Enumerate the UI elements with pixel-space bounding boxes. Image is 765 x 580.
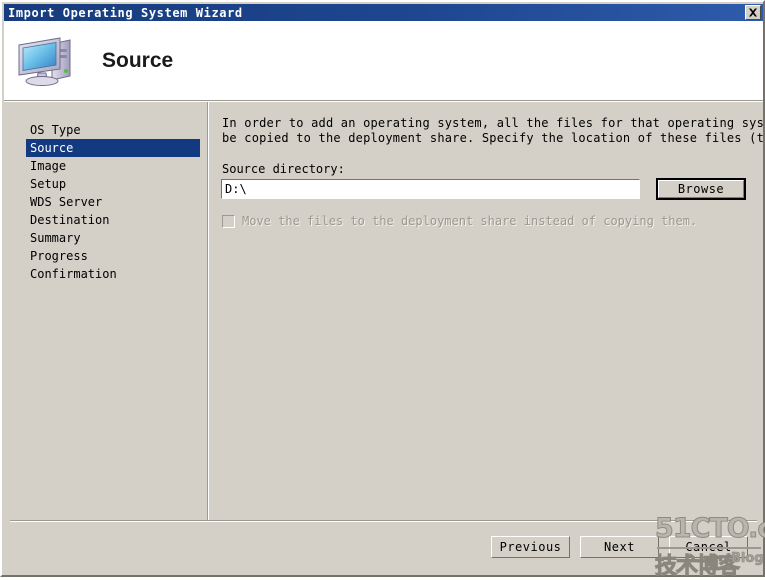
browse-button[interactable]: Browse bbox=[656, 178, 746, 200]
wizard-window: Import Operating System Wizard Source OS… bbox=[0, 0, 765, 577]
move-files-row: Move the files to the deployment share i… bbox=[222, 214, 697, 228]
computer-icon bbox=[18, 36, 71, 86]
instruction-line-1: In order to add an operating system, all… bbox=[222, 116, 763, 130]
sidebar-item-wds-server[interactable]: WDS Server bbox=[26, 193, 200, 211]
sidebar-item-image[interactable]: Image bbox=[26, 157, 200, 175]
wizard-body: OS Type Source Image Setup WDS Server De… bbox=[4, 102, 763, 575]
sidebar-item-setup[interactable]: Setup bbox=[26, 175, 200, 193]
close-button[interactable] bbox=[745, 5, 761, 20]
source-directory-input[interactable] bbox=[221, 179, 640, 199]
move-files-label: Move the files to the deployment share i… bbox=[242, 214, 698, 228]
page-title: Source bbox=[102, 48, 174, 72]
instruction-text: In order to add an operating system, all… bbox=[222, 116, 763, 146]
window-title: Import Operating System Wizard bbox=[8, 5, 243, 20]
sidebar-item-destination[interactable]: Destination bbox=[26, 211, 200, 229]
sidebar-item-progress[interactable]: Progress bbox=[26, 247, 200, 265]
browse-button-label: Browse bbox=[658, 180, 744, 198]
close-icon bbox=[749, 8, 757, 17]
instruction-line-2: be copied to the deployment share. Speci… bbox=[222, 131, 763, 145]
step-list: OS Type Source Image Setup WDS Server De… bbox=[26, 121, 200, 283]
sidebar-item-os-type[interactable]: OS Type bbox=[26, 121, 200, 139]
next-button[interactable]: Next bbox=[580, 536, 659, 558]
content-pane: In order to add an operating system, all… bbox=[215, 102, 763, 520]
move-files-checkbox bbox=[222, 214, 235, 228]
button-bar: Previous Next Cancel bbox=[4, 522, 763, 575]
source-directory-label: Source directory: bbox=[222, 162, 345, 176]
sidebar-item-confirmation[interactable]: Confirmation bbox=[26, 265, 200, 283]
title-bar: Import Operating System Wizard bbox=[4, 4, 763, 21]
wizard-steps-sidebar: OS Type Source Image Setup WDS Server De… bbox=[4, 102, 207, 522]
sidebar-divider bbox=[207, 102, 209, 520]
sidebar-item-source[interactable]: Source bbox=[26, 139, 200, 157]
previous-button[interactable]: Previous bbox=[491, 536, 570, 558]
sidebar-item-summary[interactable]: Summary bbox=[26, 229, 200, 247]
wizard-header: Source bbox=[4, 21, 763, 100]
cancel-button[interactable]: Cancel bbox=[669, 536, 748, 558]
